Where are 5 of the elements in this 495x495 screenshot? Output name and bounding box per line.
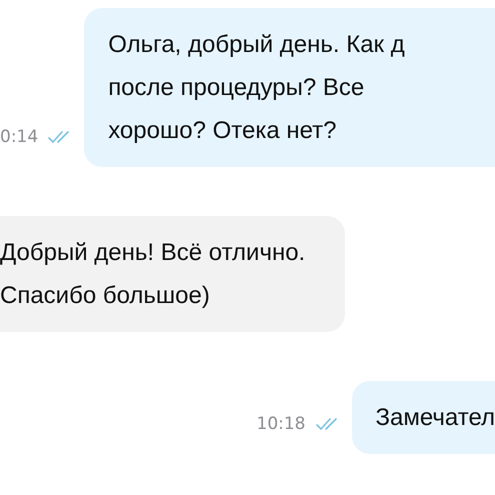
message-time: 10:18	[256, 414, 306, 434]
incoming-message: Добрый день! Всё отлично. Спасибо большое)	[0, 216, 346, 332]
outgoing-message: Замечател	[352, 381, 495, 454]
message-time: 0:14	[0, 127, 38, 147]
outgoing-message: Ольга, добрый день. Как д после процедуры? Все хорошо? Отека нет?	[84, 8, 495, 167]
